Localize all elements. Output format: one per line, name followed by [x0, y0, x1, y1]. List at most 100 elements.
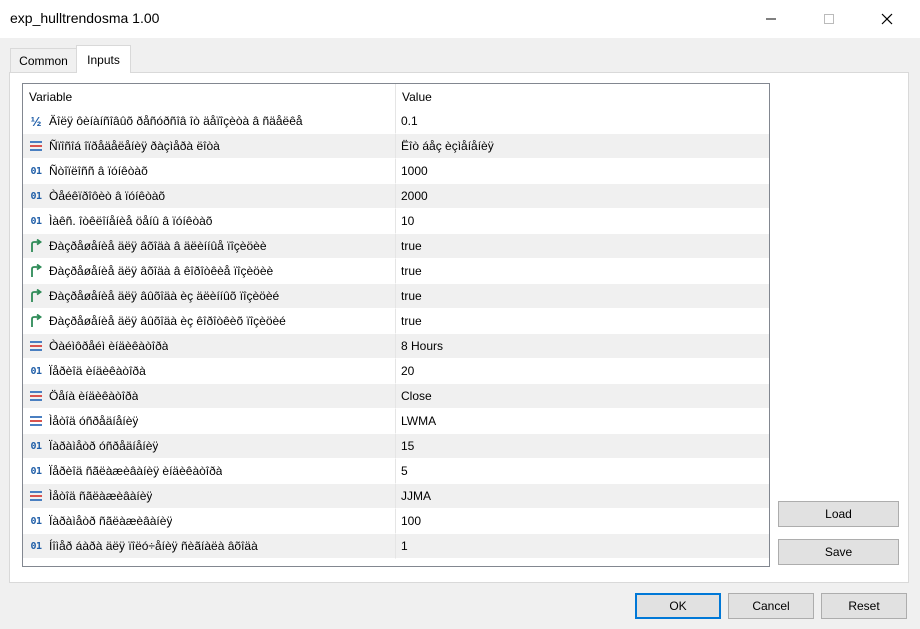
close-button[interactable] [864, 0, 910, 38]
table-row[interactable]: 01 Ïåðèîä ñãëàæèâàíèÿ èíäèêàòîðà 5 [23, 459, 769, 484]
value-cell[interactable]: 2000 [396, 184, 769, 209]
variable-cell: 01 Ïåðèîä ñãëàæèâàíèÿ èíäèêàòîðà [23, 459, 396, 484]
table-row[interactable]: Ðàçðåøåíèå äëÿ âõîäà â êîðîòêèå ïîçèöèè t… [23, 259, 769, 284]
bool-icon [23, 239, 49, 253]
table-row[interactable]: 01 Ñòîïëîññ â ïóíêòàõ 1000 [23, 159, 769, 184]
value-cell[interactable]: 1 [396, 534, 769, 559]
table-row[interactable]: Ìåòîä ñãëàæèâàíèÿ JJMA [23, 484, 769, 509]
integer-icon: 01 [30, 190, 42, 202]
fraction-icon: ½ [30, 113, 42, 129]
column-header-variable[interactable]: Variable [23, 84, 396, 109]
variable-cell: 01 Íîìåð áàðà äëÿ ïîëó÷åíèÿ ñèãíàëà âõîäà [23, 534, 396, 559]
table-row[interactable]: Òàéìôðåéì èíäèêàòîðà 8 Hours [23, 334, 769, 359]
table-row[interactable]: 01 Ïàðàìåòð ñãëàæèâàíèÿ 100 [23, 509, 769, 534]
value-cell[interactable]: true [396, 284, 769, 309]
variable-name: Äîëÿ ôèíàíñîâûõ ðåñóðñîâ îò äåïîçèòà â ñ… [49, 114, 303, 128]
integer-icon: 01 [30, 465, 42, 477]
variable-cell: Ðàçðåøåíèå äëÿ âõîäà â äëèííûå ïîçèöèè [23, 234, 396, 259]
variable-name: Ïåðèîä èíäèêàòîðà [49, 364, 146, 378]
cancel-button[interactable]: Cancel [728, 593, 814, 619]
integer-icon: 01 [30, 540, 42, 552]
variable-name: Ìàêñ. îòêëîíåíèå öåíû â ïóíêòàõ [49, 214, 213, 228]
variable-name: Ñòîïëîññ â ïóíêòàõ [49, 164, 148, 178]
table-row[interactable]: Ìåòîä óñðåäíåíèÿ LWMA [23, 409, 769, 434]
value-cell[interactable]: Ëîò áåç èçìåíåíèÿ [396, 134, 769, 159]
inputs-panel: Variable Value ½ Äîëÿ ôèíàíñîâûõ ðåñóðñîâ… [9, 72, 909, 583]
title-bar: exp_hulltrendosma 1.00 [0, 0, 920, 38]
variable-cell: Ðàçðåøåíèå äëÿ âûõîäà èç äëèííûõ ïîçèöèé [23, 284, 396, 309]
value-cell[interactable]: 8 Hours [396, 334, 769, 359]
variable-name: Ñïîñîá îïðåäåëåíèÿ ðàçìåðà ëîòà [49, 139, 220, 153]
bool-icon [23, 314, 49, 328]
integer-icon: 01 [30, 515, 42, 527]
save-button[interactable]: Save [778, 539, 899, 565]
value-cell[interactable]: true [396, 309, 769, 334]
variable-cell: Ðàçðåøåíèå äëÿ âõîäà â êîðîòêèå ïîçèöèè [23, 259, 396, 284]
table-row[interactable]: Ðàçðåøåíèå äëÿ âûõîäà èç äëèííûõ ïîçèöèé… [23, 284, 769, 309]
variable-name: Ìåòîä óñðåäíåíèÿ [49, 414, 139, 428]
variable-name: Íîìåð áàðà äëÿ ïîëó÷åíèÿ ñèãíàëà âõîäà [49, 539, 258, 553]
table-row[interactable]: Ðàçðåøåíèå äëÿ âõîäà â äëèííûå ïîçèöèè tr… [23, 234, 769, 259]
variable-cell: 01 Ïàðàìåòð óñðåäíåíèÿ [23, 434, 396, 459]
minimize-icon [766, 18, 776, 20]
integer-icon: 01 [30, 215, 42, 227]
variable-cell: Ðàçðåøåíèå äëÿ âûõîäà èç êîðîòêèõ ïîçèöè… [23, 309, 396, 334]
integer-icon: 01 [30, 440, 42, 452]
variable-cell: 01 Òåéêïðîôèò â ïóíêòàõ [23, 184, 396, 209]
tab-inputs[interactable]: Inputs [76, 45, 131, 73]
value-cell[interactable]: 20 [396, 359, 769, 384]
variable-name: Ïåðèîä ñãëàæèâàíèÿ èíäèêàòîðà [49, 464, 223, 478]
table-row[interactable]: ½ Äîëÿ ôèíàíñîâûõ ðåñóðñîâ îò äåïîçèòà â … [23, 109, 769, 134]
close-icon [881, 13, 893, 25]
column-header-value[interactable]: Value [396, 84, 769, 109]
table-row[interactable]: Öåíà èíäèêàòîðà Close [23, 384, 769, 409]
value-cell[interactable]: 15 [396, 434, 769, 459]
integer-icon: 01 [30, 365, 42, 377]
variable-name: Òåéêïðîôèò â ïóíêòàõ [49, 189, 166, 203]
variable-cell: 01 Ïàðàìåòð ñãëàæèâàíèÿ [23, 509, 396, 534]
window-title: exp_hulltrendosma 1.00 [10, 10, 160, 26]
value-cell[interactable]: Close [396, 384, 769, 409]
variable-cell: 01 Ñòîïëîññ â ïóíêòàõ [23, 159, 396, 184]
variable-cell: Ñïîñîá îïðåäåëåíèÿ ðàçìåðà ëîòà [23, 134, 396, 159]
value-cell[interactable]: 1000 [396, 159, 769, 184]
value-cell[interactable]: JJMA [396, 484, 769, 509]
dialog-body: Common Inputs Variable Value ½ Äîëÿ ôèíàí… [0, 38, 920, 629]
table-row[interactable]: Ñïîñîá îïðåäåëåíèÿ ðàçìåðà ëîòà Ëîò áåç è… [23, 134, 769, 159]
enum-icon [23, 391, 49, 401]
variable-name: Ïàðàìåòð ñãëàæèâàíèÿ [49, 514, 173, 528]
tab-common[interactable]: Common [10, 48, 77, 72]
variable-name: Ìåòîä ñãëàæèâàíèÿ [49, 489, 153, 503]
inputs-grid: Variable Value ½ Äîëÿ ôèíàíñîâûõ ðåñóðñîâ… [22, 83, 770, 567]
table-row[interactable]: 01 Ìàêñ. îòêëîíåíèå öåíû â ïóíêòàõ 10 [23, 209, 769, 234]
ok-button[interactable]: OK [635, 593, 721, 619]
maximize-icon [824, 14, 834, 24]
variable-cell: ½ Äîëÿ ôèíàíñîâûõ ðåñóðñîâ îò äåïîçèòà â … [23, 109, 396, 134]
maximize-button [806, 0, 852, 38]
bool-icon [23, 264, 49, 278]
load-button[interactable]: Load [778, 501, 899, 527]
value-cell[interactable]: true [396, 259, 769, 284]
enum-icon [23, 416, 49, 426]
grid-header: Variable Value [23, 84, 769, 109]
minimize-button[interactable] [748, 0, 794, 38]
variable-name: Öåíà èíäèêàòîðà [49, 389, 139, 403]
integer-icon: 01 [30, 165, 42, 177]
table-row[interactable]: 01 Òåéêïðîôèò â ïóíêòàõ 2000 [23, 184, 769, 209]
table-row[interactable]: 01 Ïàðàìåòð óñðåäíåíèÿ 15 [23, 434, 769, 459]
variable-cell: Òàéìôðåéì èíäèêàòîðà [23, 334, 396, 359]
table-row[interactable]: Ðàçðåøåíèå äëÿ âûõîäà èç êîðîòêèõ ïîçèöè… [23, 309, 769, 334]
value-cell[interactable]: LWMA [396, 409, 769, 434]
variable-name: Ðàçðåøåíèå äëÿ âõîäà â êîðîòêèå ïîçèöèè [49, 264, 274, 278]
table-row[interactable]: 01 Ïåðèîä èíäèêàòîðà 20 [23, 359, 769, 384]
variable-name: Ðàçðåøåíèå äëÿ âõîäà â äëèííûå ïîçèöèè [49, 239, 267, 253]
value-cell[interactable]: true [396, 234, 769, 259]
variable-cell: Ìåòîä ñãëàæèâàíèÿ [23, 484, 396, 509]
reset-button[interactable]: Reset [821, 593, 907, 619]
value-cell[interactable]: 100 [396, 509, 769, 534]
value-cell[interactable]: 5 [396, 459, 769, 484]
table-row[interactable]: 01 Íîìåð áàðà äëÿ ïîëó÷åíèÿ ñèãíàëà âõîäà… [23, 534, 769, 559]
value-cell[interactable]: 0.1 [396, 109, 769, 134]
value-cell[interactable]: 10 [396, 209, 769, 234]
variable-cell: 01 Ïåðèîä èíäèêàòîðà [23, 359, 396, 384]
